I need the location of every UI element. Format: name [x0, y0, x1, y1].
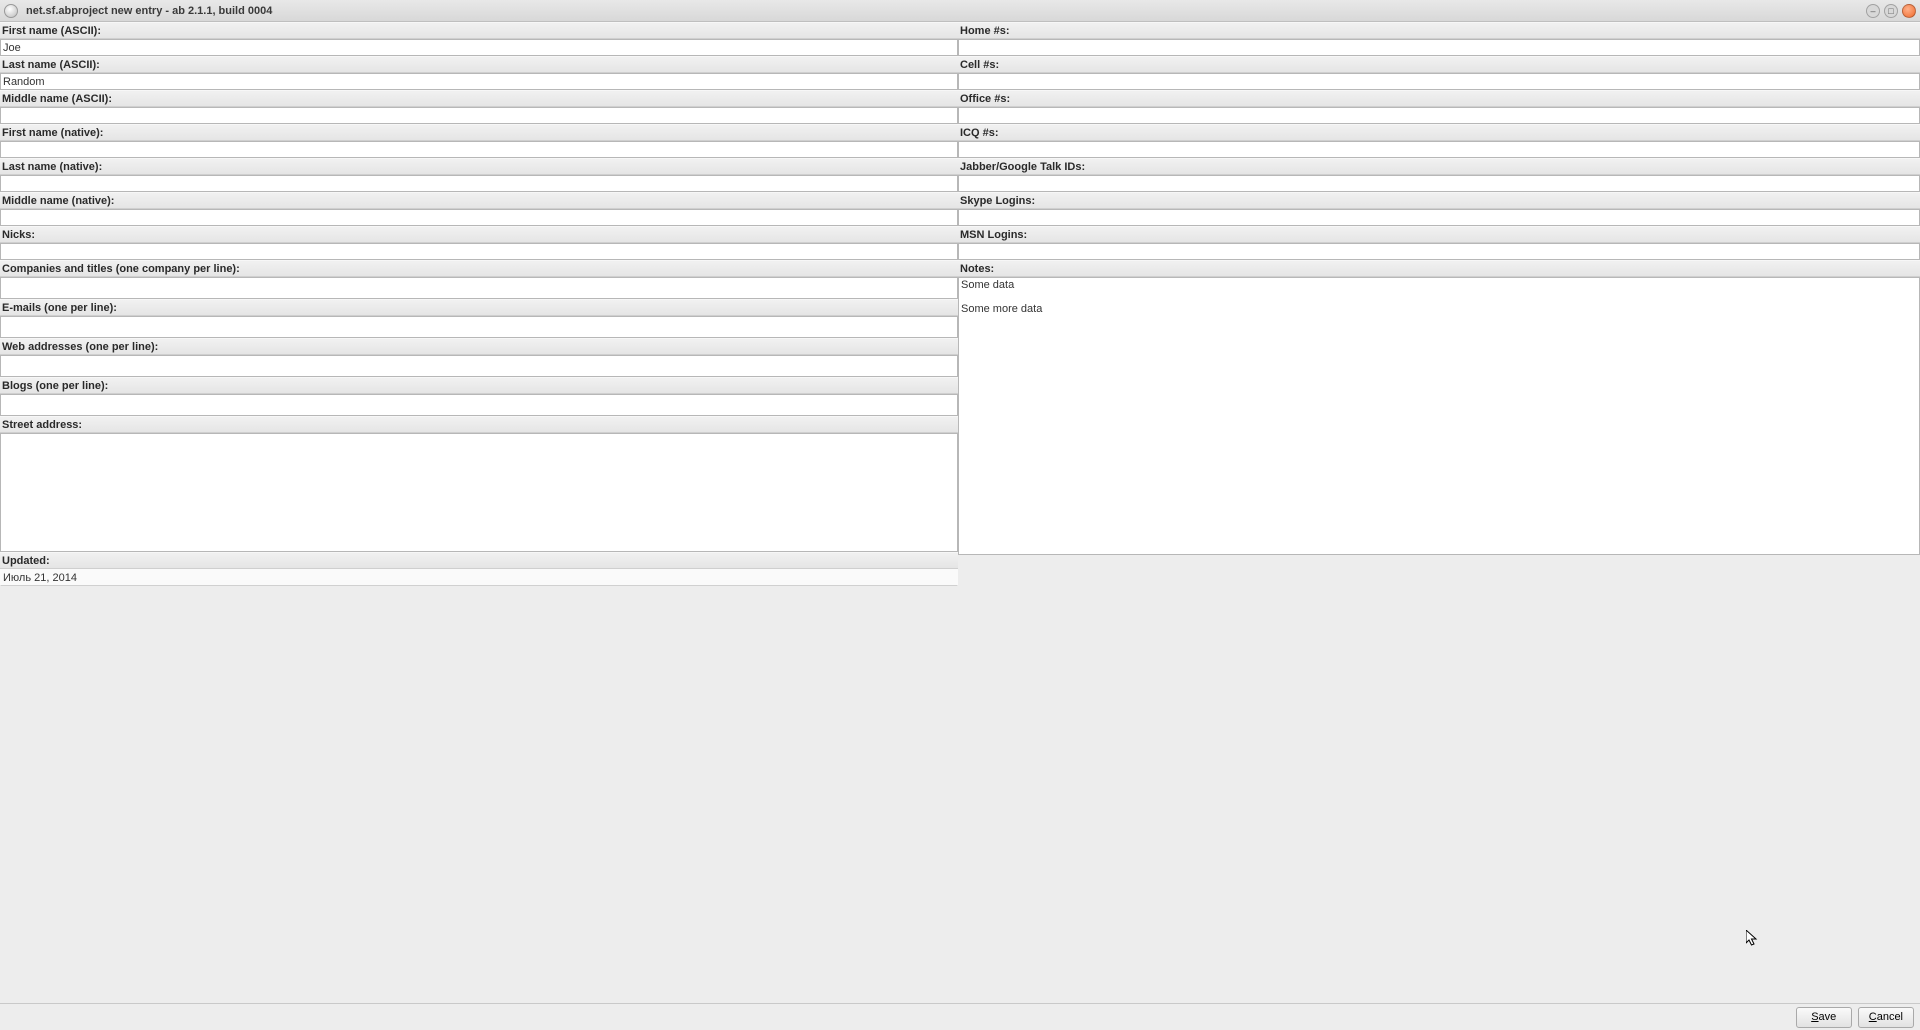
jabber-label: Jabber/Google Talk IDs: [958, 158, 1920, 175]
updated-value [0, 569, 958, 586]
street-label: Street address: [0, 416, 958, 433]
middle-name-native-label: Middle name (native): [0, 192, 958, 209]
office-label: Office #s: [958, 90, 1920, 107]
cancel-rest: ancel [1877, 1011, 1903, 1023]
msn-label: MSN Logins: [958, 226, 1920, 243]
empty-area [958, 555, 1920, 1003]
middle-name-native-input[interactable] [0, 209, 958, 226]
last-name-native-input[interactable] [0, 175, 958, 192]
last-name-ascii-input[interactable] [0, 73, 958, 90]
first-name-native-input[interactable] [0, 141, 958, 158]
updated-label: Updated: [0, 552, 958, 569]
home-input[interactable] [958, 39, 1920, 56]
close-icon[interactable] [1902, 4, 1916, 18]
emails-input[interactable] [0, 316, 958, 338]
notes-label: Notes: [958, 260, 1920, 277]
cancel-button[interactable]: Cancel [1858, 1007, 1914, 1028]
nicks-input[interactable] [0, 243, 958, 260]
minimize-icon[interactable]: – [1866, 4, 1880, 18]
left-column: First name (ASCII): Last name (ASCII): M… [0, 22, 958, 1003]
form-content: First name (ASCII): Last name (ASCII): M… [0, 22, 1920, 1003]
app-icon [4, 4, 18, 18]
webs-input[interactable] [0, 355, 958, 377]
icq-input[interactable] [958, 141, 1920, 158]
middle-name-ascii-label: Middle name (ASCII): [0, 90, 958, 107]
button-bar: Save Cancel [0, 1003, 1920, 1030]
last-name-native-label: Last name (native): [0, 158, 958, 175]
notes-input[interactable] [958, 277, 1920, 555]
cell-label: Cell #s: [958, 56, 1920, 73]
webs-label: Web addresses (one per line): [0, 338, 958, 355]
home-label: Home #s: [958, 22, 1920, 39]
skype-label: Skype Logins: [958, 192, 1920, 209]
jabber-input[interactable] [958, 175, 1920, 192]
companies-label: Companies and titles (one company per li… [0, 260, 958, 277]
blogs-input[interactable] [0, 394, 958, 416]
save-rest: ave [1819, 1011, 1837, 1023]
middle-name-ascii-input[interactable] [0, 107, 958, 124]
first-name-ascii-input[interactable] [0, 39, 958, 56]
titlebar: net.sf.abproject new entry - ab 2.1.1, b… [0, 0, 1920, 22]
right-column: Home #s: Cell #s: Office #s: ICQ #s: Jab… [958, 22, 1920, 1003]
skype-input[interactable] [958, 209, 1920, 226]
save-button[interactable]: Save [1796, 1007, 1852, 1028]
first-name-ascii-label: First name (ASCII): [0, 22, 958, 39]
last-name-ascii-label: Last name (ASCII): [0, 56, 958, 73]
blogs-label: Blogs (one per line): [0, 377, 958, 394]
emails-label: E-mails (one per line): [0, 299, 958, 316]
maximize-icon[interactable]: □ [1884, 4, 1898, 18]
nicks-label: Nicks: [0, 226, 958, 243]
icq-label: ICQ #s: [958, 124, 1920, 141]
msn-input[interactable] [958, 243, 1920, 260]
first-name-native-label: First name (native): [0, 124, 958, 141]
window-title: net.sf.abproject new entry - ab 2.1.1, b… [26, 5, 272, 17]
save-mnemonic: S [1811, 1011, 1818, 1023]
companies-input[interactable] [0, 277, 958, 299]
street-input[interactable] [0, 433, 958, 552]
cancel-mnemonic: C [1869, 1011, 1877, 1023]
office-input[interactable] [958, 107, 1920, 124]
cell-input[interactable] [958, 73, 1920, 90]
